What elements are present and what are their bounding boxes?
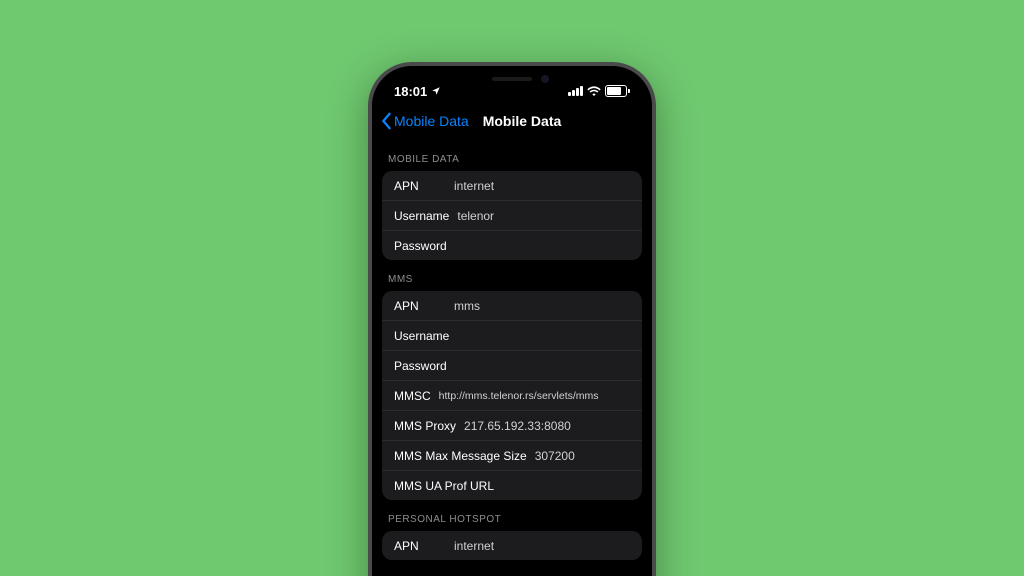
field-value[interactable]: internet: [454, 179, 630, 193]
row-mms-password[interactable]: Password: [382, 351, 642, 381]
section-header-mms: MMS: [382, 260, 642, 291]
row-mms-proxy[interactable]: MMS Proxy 217.65.192.33:8080: [382, 411, 642, 441]
settings-content[interactable]: MOBILE DATA APN internet Username teleno…: [372, 140, 652, 560]
row-hotspot-apn[interactable]: APN internet: [382, 531, 642, 560]
field-label: MMS Proxy: [394, 419, 456, 433]
section-header-mobile-data: MOBILE DATA: [382, 140, 642, 171]
field-value[interactable]: 307200: [535, 449, 630, 463]
group-hotspot: APN internet: [382, 531, 642, 560]
field-value[interactable]: telenor: [457, 209, 630, 223]
page-title: Mobile Data: [483, 113, 562, 129]
screen: 18:01: [372, 66, 652, 576]
row-mms-username[interactable]: Username: [382, 321, 642, 351]
section-header-hotspot: PERSONAL HOTSPOT: [382, 500, 642, 531]
field-label: Username: [394, 329, 449, 343]
notch: [447, 66, 577, 92]
field-label: APN: [394, 539, 446, 553]
row-mms-maxsize[interactable]: MMS Max Message Size 307200: [382, 441, 642, 471]
field-label: APN: [394, 299, 446, 313]
row-mobiledata-apn[interactable]: APN internet: [382, 171, 642, 201]
front-camera: [541, 75, 549, 83]
field-value[interactable]: http://mms.telenor.rs/servlets/mms: [439, 390, 630, 402]
navigation-bar: Mobile Data Mobile Data: [372, 106, 652, 140]
field-label: MMSC: [394, 389, 431, 403]
field-label: Password: [394, 359, 447, 373]
field-value[interactable]: 217.65.192.33:8080: [464, 419, 630, 433]
speaker-grille: [492, 77, 532, 81]
field-label: Username: [394, 209, 449, 223]
back-button[interactable]: Mobile Data: [380, 112, 469, 130]
field-value[interactable]: internet: [454, 539, 630, 553]
chevron-left-icon: [380, 112, 392, 130]
field-label: APN: [394, 179, 446, 193]
location-icon: [431, 84, 441, 99]
group-mms: APN mms Username Password MMSC http://mm…: [382, 291, 642, 500]
row-mobiledata-password[interactable]: Password: [382, 231, 642, 260]
field-label: MMS UA Prof URL: [394, 479, 494, 493]
group-mobile-data: APN internet Username telenor Password: [382, 171, 642, 260]
phone-frame: 18:01: [368, 62, 656, 576]
stage-background: 18:01: [0, 0, 1024, 576]
field-value[interactable]: mms: [454, 299, 630, 313]
field-label: Password: [394, 239, 447, 253]
row-mobiledata-username[interactable]: Username telenor: [382, 201, 642, 231]
row-mms-apn[interactable]: APN mms: [382, 291, 642, 321]
wifi-icon: [587, 84, 601, 99]
row-mms-mmsc[interactable]: MMSC http://mms.telenor.rs/servlets/mms: [382, 381, 642, 411]
back-label: Mobile Data: [394, 113, 469, 129]
status-time: 18:01: [394, 84, 427, 99]
field-label: MMS Max Message Size: [394, 449, 527, 463]
row-mms-uaprof[interactable]: MMS UA Prof URL: [382, 471, 642, 500]
battery-icon: [605, 85, 630, 97]
